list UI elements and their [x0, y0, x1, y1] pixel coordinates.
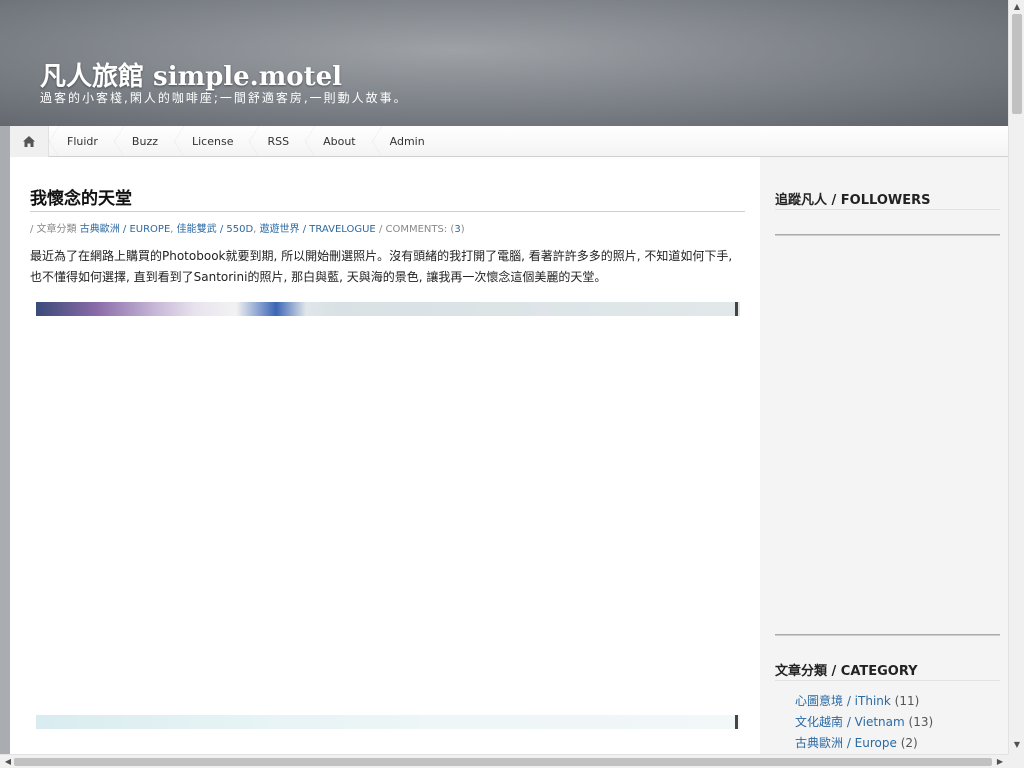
nav-item-buzz[interactable]: Buzz [113, 125, 174, 157]
nav-item-admin[interactable]: Admin [371, 125, 441, 157]
nav-item-fluidr[interactable]: Fluidr [49, 125, 114, 157]
list-item: 心圖意境 / iThink (11) [795, 691, 933, 712]
divider [775, 234, 1000, 236]
site-description: 過客的小客棧,閑人的咖啡座;一間舒適客房,一則動人故事。 [40, 91, 408, 105]
nav-item-label: Admin [389, 134, 425, 148]
category-link-europe[interactable]: 古典歐洲 / EUROPE [80, 224, 171, 235]
site-header: 凡人旅館 simple.motel 過客的小客棧,閑人的咖啡座;一間舒適客房,一… [0, 0, 1008, 126]
post-meta: / 文章分類 古典歐洲 / EUROPE, 佳能雙武 / 550D, 遨遊世界 … [30, 224, 465, 235]
post-body: 最近為了在網路上購買的Photobook就要到期, 所以開始刪選照片。沒有頭緒的… [30, 249, 733, 284]
santorini-photo-bottom[interactable] [36, 715, 740, 729]
nav-item-label: Buzz [131, 134, 158, 148]
sidebar: 追蹤凡人 / FOLLOWERS 文章分類 / CATEGORY 心圖意境 / … [760, 157, 1008, 754]
vertical-scroll-thumb[interactable] [1012, 14, 1022, 114]
arrow-up-icon[interactable]: ▲ [1009, 0, 1024, 14]
santorini-photo-top[interactable] [36, 302, 740, 316]
comments-label: / COMMENTS: ( [378, 224, 455, 235]
divider [775, 209, 1000, 210]
category-count: (13) [908, 715, 934, 729]
nav-item-label: Fluidr [67, 134, 98, 148]
category-count: (11) [894, 694, 920, 708]
nav-item-label: License [192, 134, 234, 148]
nav-item-license[interactable]: License [174, 125, 249, 157]
vertical-scrollbar[interactable]: ▲ ▼ [1008, 0, 1024, 754]
list-item: 文化越南 / Vietnam (13) [795, 712, 933, 733]
divider [30, 211, 745, 212]
comments-suffix: ) [460, 224, 465, 235]
category-list: 心圖意境 / iThink (11) 文化越南 / Vietnam (13) 古… [795, 691, 933, 754]
nav-home-button[interactable] [10, 125, 49, 157]
site-title[interactable]: 凡人旅館 simple.motel [40, 56, 342, 93]
arrow-right-icon[interactable]: ▶ [992, 755, 1008, 768]
category-link-550d[interactable]: 佳能雙武 / 550D [177, 224, 254, 235]
nav-item-about[interactable]: About [305, 125, 372, 157]
post-meta-prefix: / 文章分類 [30, 224, 77, 235]
nav-item-label: About [323, 134, 356, 148]
divider [775, 634, 1000, 636]
post-title[interactable]: 我懷念的天堂 [30, 184, 132, 209]
arrow-down-icon[interactable]: ▼ [1009, 738, 1024, 752]
category-link-europe-sidebar[interactable]: 古典歐洲 / Europe [795, 736, 897, 750]
list-item: 古典歐洲 / Europe (2) [795, 733, 933, 754]
horizontal-scroll-thumb[interactable] [14, 758, 992, 766]
main-content: 我懷念的天堂 / 文章分類 古典歐洲 / EUROPE, 佳能雙武 / 550D… [10, 157, 760, 754]
nav-item-rss[interactable]: RSS [249, 125, 305, 157]
nav-item-label: RSS [267, 134, 290, 148]
scrollbar-corner [1008, 754, 1024, 768]
category-widget-title: 文章分類 / CATEGORY [775, 664, 918, 679]
horizontal-scrollbar[interactable]: ◀ ▶ [0, 754, 1008, 768]
photo-edge [735, 302, 738, 316]
home-icon [23, 135, 35, 147]
divider [775, 680, 1000, 681]
category-link-ithink[interactable]: 心圖意境 / iThink [795, 694, 891, 708]
photo-edge [735, 715, 738, 729]
category-link-travelogue[interactable]: 遨遊世界 / TRAVELOGUE [260, 224, 376, 235]
category-link-vietnam[interactable]: 文化越南 / Vietnam [795, 715, 905, 729]
category-count: (2) [900, 736, 918, 750]
main-nav: Fluidr Buzz License RSS About Admin [10, 125, 1008, 157]
followers-widget-title: 追蹤凡人 / FOLLOWERS [775, 193, 931, 208]
